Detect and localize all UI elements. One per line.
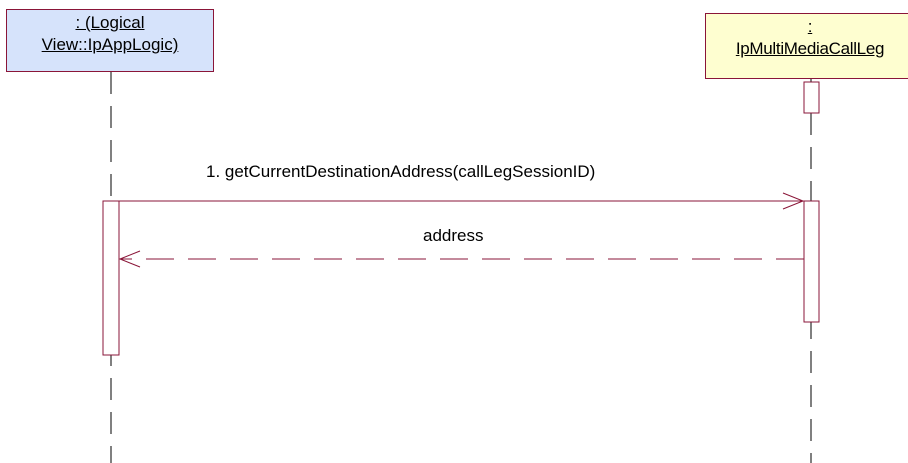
participant-ip-app-logic: : (Logical View::IpAppLogic) (6, 9, 214, 72)
participant-label-line2: View::IpAppLogic) (41, 35, 179, 54)
activation-bar-left (102, 200, 120, 356)
call-message-label: 1. getCurrentDestinationAddress(callLegS… (206, 162, 596, 181)
participant-ip-multimedia-call-leg: : IpMultiMediaCallLeg (705, 13, 908, 79)
return-message-label: address (423, 226, 484, 245)
participant-label-line2: IpMultiMediaCallLeg (735, 39, 885, 58)
participant-label-line1: : (807, 17, 813, 36)
participant-label-line1: : (Logical (75, 13, 145, 32)
activation-bar-right (803, 200, 820, 323)
sequence-diagram: : (Logical View::IpAppLogic) : IpMultiMe… (0, 0, 908, 463)
activation-bar-right-initial (803, 81, 820, 114)
